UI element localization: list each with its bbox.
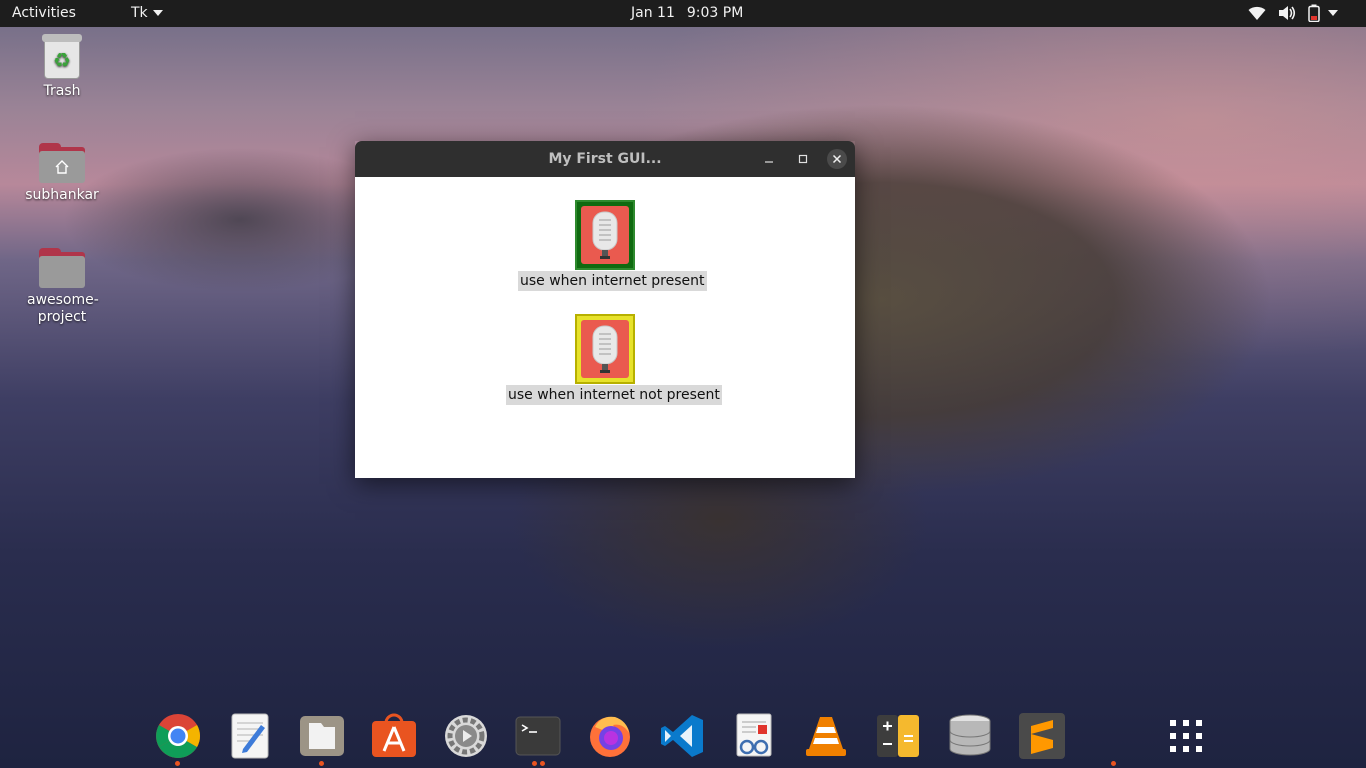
dock-item-terminal[interactable] bbox=[514, 712, 562, 760]
system-tray[interactable] bbox=[1248, 4, 1338, 22]
wifi-icon bbox=[1248, 6, 1266, 20]
home-folder-icon bbox=[39, 143, 85, 183]
dock-item-document-viewer[interactable] bbox=[730, 712, 778, 760]
terminal-icon bbox=[515, 716, 561, 756]
chevron-down-icon bbox=[1328, 10, 1338, 16]
microphone-icon bbox=[592, 325, 618, 373]
desktop-icon-home[interactable]: subhankar bbox=[17, 143, 107, 204]
mic-offline-label: use when internet not present bbox=[506, 385, 722, 405]
volume-icon bbox=[1279, 6, 1296, 20]
folder-icon bbox=[39, 248, 85, 288]
dock-item-vscode[interactable] bbox=[658, 712, 706, 760]
dock-item-vlc[interactable] bbox=[802, 712, 850, 760]
desktop-icon-awesome-project[interactable]: awesome-project bbox=[17, 248, 107, 326]
database-icon bbox=[949, 714, 991, 756]
settings-icon bbox=[445, 715, 487, 757]
time-label: 9:03 PM bbox=[686, 5, 744, 21]
dock bbox=[0, 704, 1366, 768]
window-content: use when internet present use when inter… bbox=[355, 177, 855, 478]
trash-icon: ♻ bbox=[42, 34, 82, 79]
dock-item-calculator[interactable] bbox=[874, 712, 922, 760]
close-icon bbox=[832, 154, 842, 164]
date-label: Jan 11 bbox=[631, 5, 675, 21]
dock-item-firefox[interactable] bbox=[586, 712, 634, 760]
mic-online-button[interactable] bbox=[575, 200, 635, 270]
firefox-icon bbox=[590, 716, 630, 757]
minimize-icon bbox=[765, 161, 773, 163]
desktop-icon-label: Trash bbox=[43, 83, 81, 99]
files-icon bbox=[300, 716, 344, 756]
app-grid-icon bbox=[1170, 720, 1202, 752]
window-titlebar[interactable]: My First GUI... bbox=[355, 141, 855, 177]
minimize-button[interactable] bbox=[759, 149, 779, 169]
dock-item-software[interactable] bbox=[370, 712, 418, 760]
mic-offline-button[interactable] bbox=[575, 314, 635, 384]
microphone-icon bbox=[592, 211, 618, 259]
activities-button[interactable]: Activities bbox=[12, 5, 76, 21]
maximize-icon bbox=[798, 154, 808, 164]
mic-online-label: use when internet present bbox=[518, 271, 707, 291]
chevron-down-icon bbox=[152, 10, 163, 16]
running-indicator bbox=[319, 761, 324, 766]
vlc-icon bbox=[806, 717, 846, 756]
dock-item-settings[interactable] bbox=[442, 712, 490, 760]
running-indicator bbox=[1111, 761, 1116, 766]
dock-item-chrome[interactable] bbox=[154, 712, 202, 760]
close-button[interactable] bbox=[827, 149, 847, 169]
calculator-icon bbox=[877, 715, 919, 757]
app-window: My First GUI... use when internet presen… bbox=[355, 141, 855, 478]
battery-icon bbox=[1308, 4, 1320, 22]
running-indicator bbox=[175, 761, 180, 766]
running-indicator bbox=[532, 761, 537, 766]
maximize-button[interactable] bbox=[793, 149, 813, 169]
dock-item-database[interactable] bbox=[946, 712, 994, 760]
dock-item-sublime-text[interactable] bbox=[1018, 712, 1066, 760]
app-menu[interactable]: Tk bbox=[131, 5, 163, 21]
desktop-icon-label: awesome-project bbox=[27, 292, 99, 325]
desktop-icon-label: subhankar bbox=[25, 187, 99, 203]
window-title: My First GUI... bbox=[548, 151, 662, 167]
chrome-icon bbox=[156, 714, 200, 758]
vscode-icon bbox=[661, 715, 703, 757]
clock[interactable]: Jan 11 9:03 PM bbox=[631, 5, 743, 21]
document-viewer-icon bbox=[736, 713, 772, 757]
desktop-icon-trash[interactable]: ♻ Trash bbox=[17, 34, 107, 100]
dock-item-show-applications[interactable] bbox=[1162, 712, 1210, 760]
running-indicator bbox=[540, 761, 545, 766]
dock-item-text-editor[interactable] bbox=[226, 712, 274, 760]
software-center-icon bbox=[372, 713, 416, 757]
sublime-text-icon bbox=[1019, 713, 1065, 759]
top-bar: Activities Tk Jan 11 9:03 PM bbox=[0, 0, 1366, 27]
app-menu-label: Tk bbox=[131, 5, 148, 21]
dock-item-files[interactable] bbox=[298, 712, 346, 760]
text-editor-icon bbox=[231, 713, 269, 759]
